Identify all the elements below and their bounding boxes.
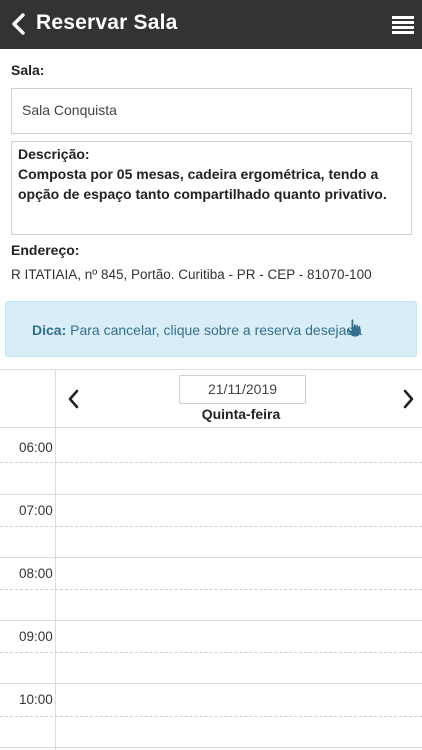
day-calendar: 21/11/2019 Quinta-feira 06:00 07:00 08:0… <box>0 369 422 750</box>
time-slot-0900[interactable] <box>56 619 422 682</box>
hour-divider <box>0 683 422 684</box>
hour-divider <box>0 557 422 558</box>
room-label: Sala: <box>11 62 45 78</box>
page-title: Reservar Sala <box>36 11 178 34</box>
time-slots: 06:00 07:00 08:00 09:00 10:00 <box>0 430 422 750</box>
hour-divider <box>0 747 422 748</box>
half-hour-divider <box>0 716 422 717</box>
half-hour-divider <box>0 526 422 527</box>
time-slot-0800[interactable] <box>56 556 422 619</box>
room-field[interactable]: Sala Conquista <box>11 88 412 134</box>
previous-day-chevron-icon[interactable] <box>64 388 84 410</box>
half-hour-divider <box>0 652 422 653</box>
description-label: Descrição: <box>18 146 90 162</box>
hand-pointer-icon <box>347 319 361 337</box>
tip-alert: Dica: Para cancelar, clique sobre a rese… <box>5 301 417 357</box>
hour-label: 06:00 <box>19 440 53 455</box>
hour-label: 07:00 <box>19 503 53 518</box>
calendar-header: 21/11/2019 Quinta-feira <box>0 370 422 428</box>
weekday-label: Quinta-feira <box>201 406 281 422</box>
description-text: Composta por 05 mesas, cadeira ergométri… <box>18 166 387 202</box>
tip-text: Para cancelar, clique sobre a reserva de… <box>66 322 362 338</box>
half-hour-divider <box>0 589 422 590</box>
tip-title: Dica: <box>32 322 67 338</box>
app-header: Reservar Sala <box>0 0 422 49</box>
address-label: Endereço: <box>11 242 80 258</box>
hour-divider <box>0 494 422 495</box>
time-slot-0700[interactable] <box>56 493 422 556</box>
date-field[interactable]: 21/11/2019 <box>179 375 306 404</box>
hour-label: 08:00 <box>19 566 53 581</box>
hour-label: 09:00 <box>19 629 53 644</box>
time-slot-1000[interactable] <box>56 682 422 745</box>
half-hour-divider <box>0 462 422 463</box>
address-text: R ITATIAIA, nº 845, Portão. Curitiba - P… <box>11 267 372 282</box>
hamburger-menu-icon[interactable] <box>392 14 414 36</box>
back-chevron-icon[interactable] <box>8 10 30 38</box>
description-box: Descrição: Composta por 05 mesas, cadeir… <box>11 141 412 235</box>
hour-label: 10:00 <box>19 692 53 707</box>
hour-divider <box>0 620 422 621</box>
next-day-chevron-icon[interactable] <box>398 388 418 410</box>
